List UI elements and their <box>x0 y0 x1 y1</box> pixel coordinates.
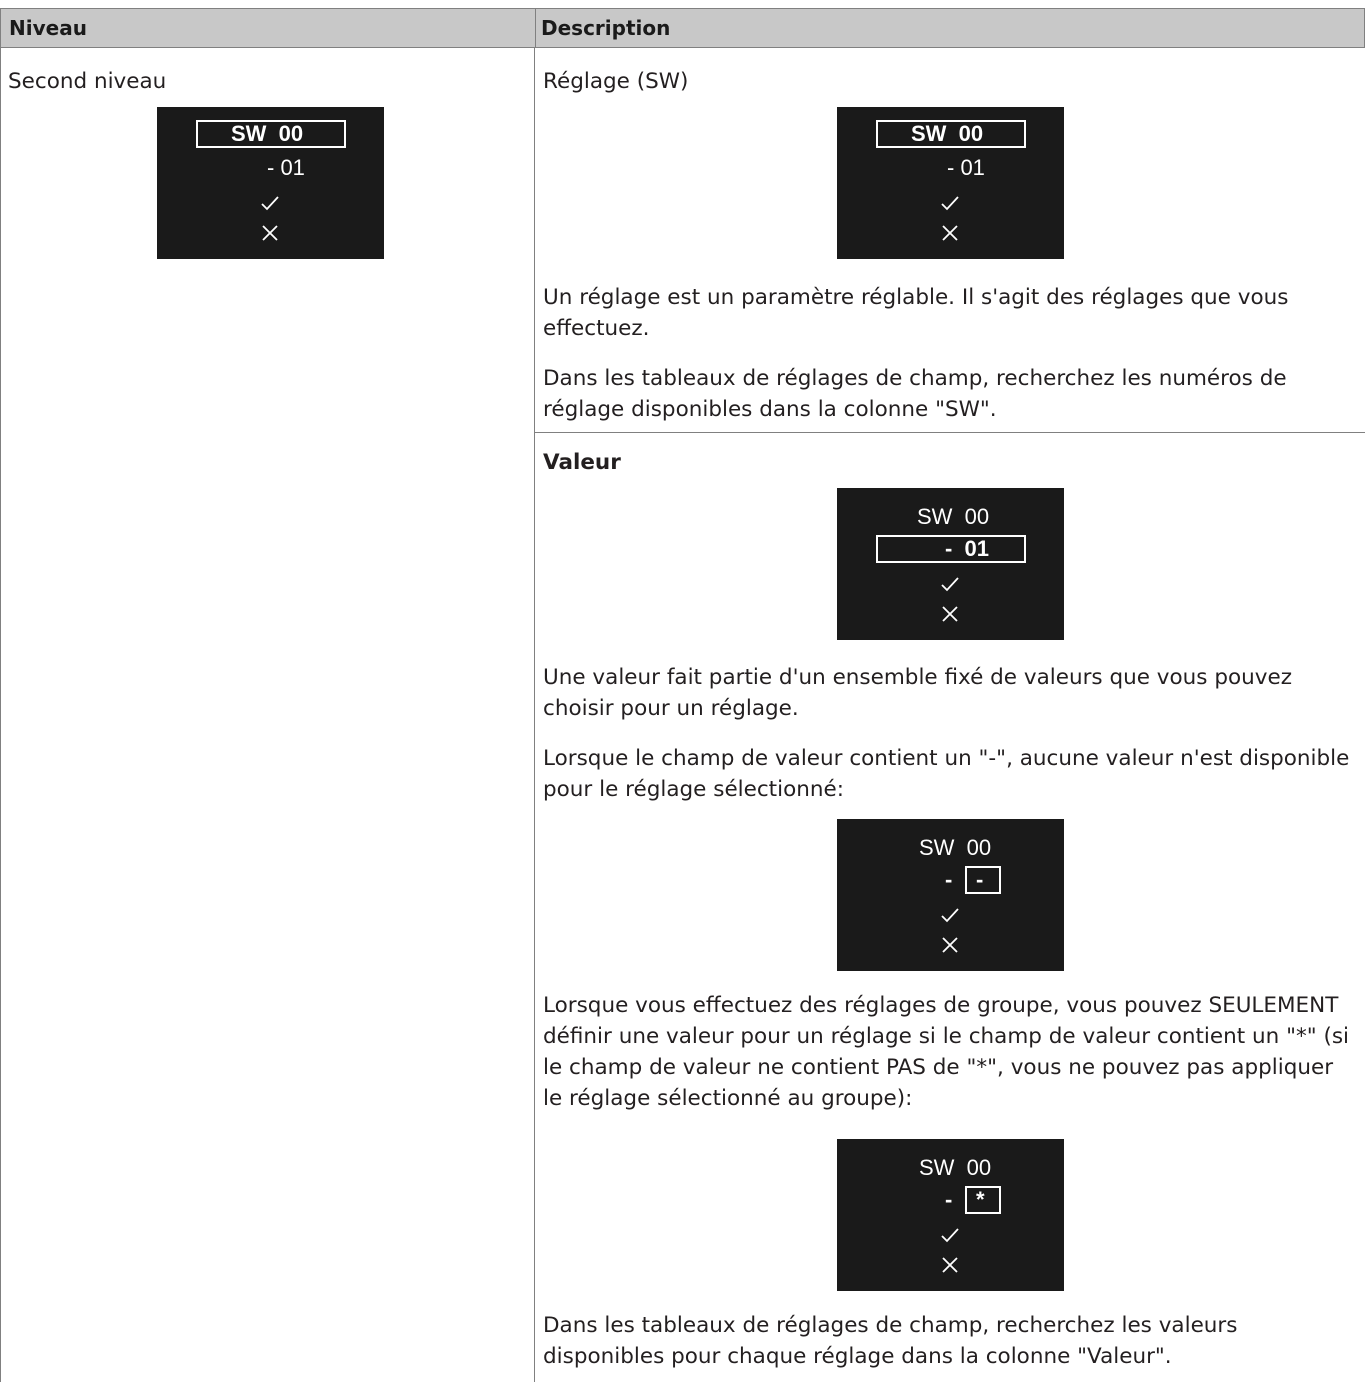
settings-table: Niveau Description Second niveau SW 00 -… <box>0 0 1365 1382</box>
table-left-border <box>0 48 1 1382</box>
cross-icon <box>942 606 958 622</box>
column-divider <box>534 48 535 1382</box>
lcd-boxed-value: * <box>976 1187 985 1212</box>
lcd-display-value-dash: SW 00 - - <box>837 819 1064 971</box>
lcd-line-setting: SW 00 <box>919 1155 992 1180</box>
check-icon <box>941 908 959 923</box>
lcd-line-value: - 01 <box>947 155 985 180</box>
value-paragraph-4: Dans les tableaux de réglages de champ, … <box>543 1313 1238 1369</box>
cross-icon <box>262 225 278 241</box>
header-niveau: Niveau <box>9 16 87 40</box>
level-label: Second niveau <box>8 69 167 94</box>
lcd-line-value: - 01 <box>945 536 990 561</box>
lcd-line-setting: SW 00 <box>919 835 992 860</box>
lcd-line-setting: SW 00 <box>917 504 990 529</box>
table-header-row: Niveau Description <box>0 8 1365 48</box>
lcd-display-value-asterisk: SW 00 - * <box>837 1139 1064 1291</box>
lcd-line-setting: SW 00 <box>231 121 304 146</box>
value-paragraph-1: Une valeur fait partie d'un ensemble fix… <box>543 665 1293 721</box>
check-icon <box>941 1228 959 1243</box>
cross-icon <box>942 1257 958 1273</box>
lcd-line-value: - 01 <box>267 155 305 180</box>
setting-paragraph-1: Un réglage est un paramètre réglable. Il… <box>543 285 1289 341</box>
check-icon <box>941 196 959 211</box>
cross-icon <box>942 225 958 241</box>
lcd-line-setting: SW 00 <box>911 121 984 146</box>
value-paragraph-2: Lorsque le champ de valeur contient un "… <box>543 746 1350 802</box>
setting-heading: Réglage (SW) <box>543 69 689 94</box>
lcd-display-setting: SW 00 - 01 <box>837 107 1064 259</box>
lcd-boxed-value: - <box>976 867 984 892</box>
value-paragraph-3: Lorsque vous effectuez des réglages de g… <box>543 993 1350 1111</box>
check-icon <box>941 577 959 592</box>
lcd-display-value: SW 00 - 01 <box>837 488 1064 640</box>
header-divider <box>535 9 536 47</box>
setting-paragraph-2: Dans les tableaux de réglages de champ, … <box>543 366 1287 422</box>
value-heading: Valeur <box>543 450 621 475</box>
header-description: Description <box>541 16 671 40</box>
row-divider <box>534 432 1365 433</box>
lcd-display-second-level: SW 00 - 01 <box>157 107 384 259</box>
lcd-dash: - <box>945 1187 953 1212</box>
check-icon <box>261 196 279 211</box>
lcd-dash: - <box>945 867 953 892</box>
cross-icon <box>942 937 958 953</box>
